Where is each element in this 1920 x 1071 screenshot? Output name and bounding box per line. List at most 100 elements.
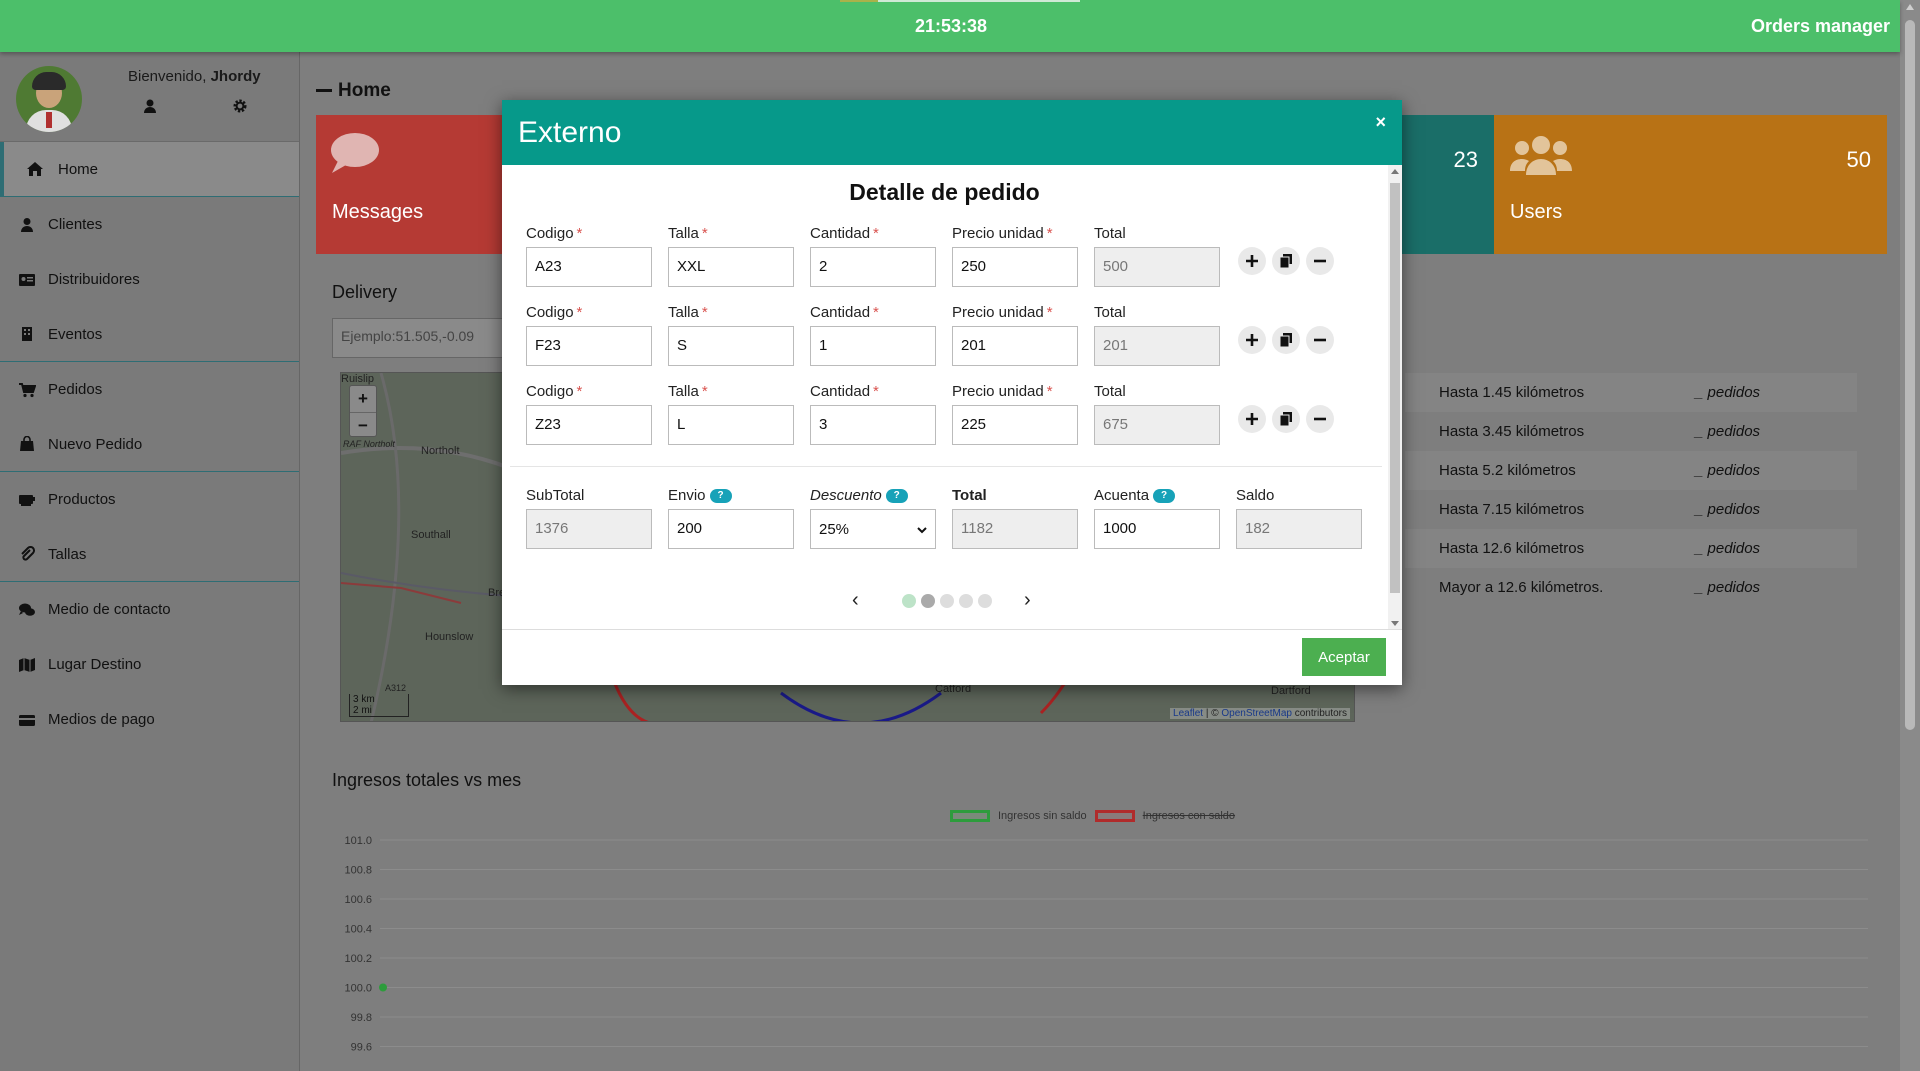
cantidad-input[interactable]: 2 xyxy=(810,247,936,287)
subtotal-label: SubTotal xyxy=(526,487,585,504)
precio-input[interactable]: 250 xyxy=(952,247,1078,287)
talla-label: Talla xyxy=(668,383,699,400)
next-page-button[interactable]: › xyxy=(1024,590,1031,610)
precio-input[interactable]: 201 xyxy=(952,326,1078,366)
chevron-down-icon xyxy=(917,521,927,538)
required-mark: * xyxy=(873,225,879,242)
codigo-field: Codigo * Z23 xyxy=(526,383,652,445)
codigo-label: Codigo xyxy=(526,383,574,400)
plus-icon xyxy=(1245,333,1259,347)
codigo-input[interactable]: Z23 xyxy=(526,405,652,445)
acuenta-field: Acuenta? 1000 xyxy=(1094,487,1220,549)
cantidad-label: Cantidad xyxy=(810,304,871,321)
precio-label: Precio unidad xyxy=(952,383,1044,400)
help-icon[interactable]: ? xyxy=(709,489,732,504)
app-brand[interactable]: Orders manager xyxy=(1751,16,1890,37)
total-input: 201 xyxy=(1094,326,1220,366)
required-mark: * xyxy=(701,225,708,242)
total-input: 1182 xyxy=(952,509,1078,549)
total-input: 500 xyxy=(1094,247,1220,287)
precio-field: Precio unidad * 250 xyxy=(952,225,1078,287)
page-scrollbar[interactable] xyxy=(1900,0,1920,1071)
total-input: 675 xyxy=(1094,405,1220,445)
add-row-button[interactable] xyxy=(1238,326,1266,354)
page-dot[interactable] xyxy=(902,594,916,608)
add-row-button[interactable] xyxy=(1238,247,1266,275)
cantidad-input[interactable]: 1 xyxy=(810,326,936,366)
precio-field: Precio unidad * 201 xyxy=(952,304,1078,366)
remove-row-button[interactable] xyxy=(1306,405,1334,433)
modal-scrollbar[interactable] xyxy=(1388,165,1402,629)
talla-field: Talla * XXL xyxy=(668,225,794,287)
help-icon[interactable]: ? xyxy=(885,489,908,504)
descuento-value: 25% xyxy=(819,520,850,538)
saldo-field: Saldo 182 xyxy=(1236,487,1362,549)
required-mark: * xyxy=(1046,383,1053,400)
modal-header: Externo × xyxy=(502,100,1402,165)
top-bar: 21:53:38 Orders manager xyxy=(0,0,1900,52)
codigo-label: Codigo xyxy=(526,304,574,321)
required-mark: * xyxy=(576,304,583,321)
subtotal-field: SubTotal 1376 xyxy=(526,487,652,549)
remove-row-button[interactable] xyxy=(1306,247,1334,275)
order-detail-title: Detalle de pedido xyxy=(849,179,1040,205)
saldo-input: 182 xyxy=(1236,509,1362,549)
talla-input[interactable]: L xyxy=(668,405,794,445)
order-item-row: Codigo * Z23 Talla * L Cantidad * 3 Precio unidad… xyxy=(526,383,1366,453)
envio-label: Envio xyxy=(668,487,706,504)
top-progress-fill xyxy=(840,0,879,2)
page-dot[interactable] xyxy=(978,594,992,608)
precio-label: Precio unidad xyxy=(952,304,1044,321)
required-mark: * xyxy=(873,383,879,400)
copy-row-button[interactable] xyxy=(1272,405,1300,433)
total-field: Total 201 xyxy=(1094,304,1220,366)
talla-input[interactable]: XXL xyxy=(668,247,794,287)
precio-field: Precio unidad * 225 xyxy=(952,383,1078,445)
total-label: Total xyxy=(952,487,987,504)
precio-input[interactable]: 225 xyxy=(952,405,1078,445)
saldo-label: Saldo xyxy=(1236,487,1275,504)
modal-close-button[interactable]: × xyxy=(1375,112,1386,133)
codigo-label: Codigo xyxy=(526,225,574,242)
talla-field: Talla * S xyxy=(668,304,794,366)
total-field: Total 1182 xyxy=(952,487,1078,549)
add-row-button[interactable] xyxy=(1238,405,1266,433)
page-dot[interactable] xyxy=(959,594,973,608)
cantidad-field: Cantidad * 1 xyxy=(810,304,936,366)
copy-row-button[interactable] xyxy=(1272,247,1300,275)
acuenta-input[interactable]: 1000 xyxy=(1094,509,1220,549)
codigo-field: Codigo * A23 xyxy=(526,225,652,287)
total-label: Total xyxy=(1094,304,1126,321)
copy-icon xyxy=(1280,333,1292,347)
copy-icon xyxy=(1280,254,1292,268)
minus-icon xyxy=(1313,254,1327,268)
minus-icon xyxy=(1313,333,1327,347)
carousel-pager: ‹ › xyxy=(502,590,1387,610)
page-dot[interactable] xyxy=(940,594,954,608)
required-mark: * xyxy=(873,304,879,321)
order-item-row: Codigo * A23 Talla * XXL Cantidad * 2 Precio unid… xyxy=(526,225,1366,295)
copy-row-button[interactable] xyxy=(1272,326,1300,354)
modal-body: Detalle de pedido Codigo * A23 Talla * XXL Can… xyxy=(502,165,1402,630)
total-label: Total xyxy=(1094,383,1126,400)
total-label: Total xyxy=(1094,225,1126,242)
prev-page-button[interactable]: ‹ xyxy=(852,590,859,610)
acuenta-label: Acuenta xyxy=(1094,487,1150,504)
page-dot[interactable] xyxy=(921,594,935,608)
accept-button[interactable]: Aceptar xyxy=(1302,638,1386,676)
envio-input[interactable]: 200 xyxy=(668,509,794,549)
precio-label: Precio unidad xyxy=(952,225,1044,242)
descuento-select[interactable]: 25% xyxy=(810,509,936,549)
codigo-input[interactable]: F23 xyxy=(526,326,652,366)
order-item-row: Codigo * F23 Talla * S Cantidad * 1 Precio unidad… xyxy=(526,304,1366,374)
subtotal-input: 1376 xyxy=(526,509,652,549)
help-icon[interactable]: ? xyxy=(1153,489,1176,504)
copy-icon xyxy=(1280,412,1292,426)
talla-input[interactable]: S xyxy=(668,326,794,366)
order-modal: Externo × Detalle de pedido Codigo * A23 Ta… xyxy=(502,100,1402,685)
remove-row-button[interactable] xyxy=(1306,326,1334,354)
descuento-field: Descuento? 25% xyxy=(810,487,936,549)
modal-title: Externo xyxy=(518,116,622,149)
codigo-input[interactable]: A23 xyxy=(526,247,652,287)
cantidad-input[interactable]: 3 xyxy=(810,405,936,445)
